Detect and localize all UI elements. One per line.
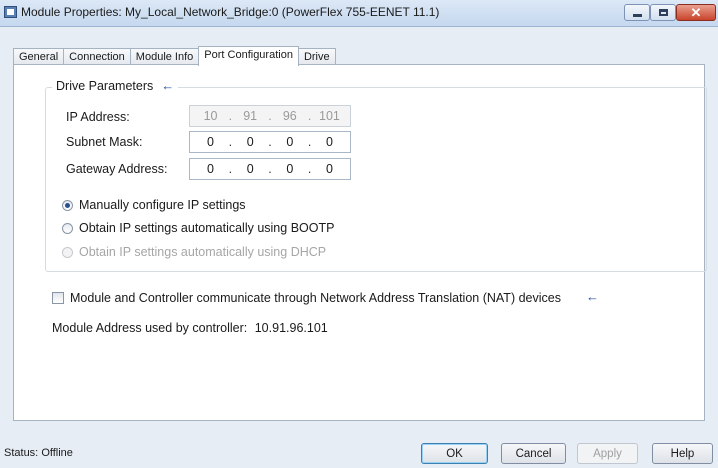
gateway-octet-2[interactable]: 0 (239, 162, 261, 176)
status-bar: Status: Offline (4, 447, 73, 459)
help-button[interactable]: Help (652, 443, 713, 464)
arrow-left-icon: ← (586, 289, 599, 304)
status-value: Offline (41, 447, 73, 459)
radio-manual-ip[interactable]: Manually configure IP settings (62, 198, 246, 212)
radio-dhcp: Obtain IP settings automatically using D… (62, 245, 326, 259)
radio-bootp-label: Obtain IP settings automatically using B… (79, 221, 335, 235)
radio-button-selected[interactable] (62, 199, 73, 211)
gateway-octet-3[interactable]: 0 (279, 162, 301, 176)
ip-address-field: 10. 91. 96. 101 (189, 105, 351, 127)
octet-dot: . (268, 135, 272, 149)
cancel-button[interactable]: Cancel (501, 443, 566, 464)
apply-button[interactable]: Apply (577, 443, 638, 464)
subnet-octet-4[interactable]: 0 (318, 135, 340, 149)
radio-button[interactable] (62, 222, 73, 234)
module-properties-window: Module Properties: My_Local_Network_Brid… (0, 0, 718, 468)
ip-octet-4: 101 (319, 109, 340, 123)
gateway-address-field[interactable]: 0. 0. 0. 0 (189, 158, 351, 180)
ok-button[interactable]: OK (421, 443, 488, 464)
nat-checkbox[interactable] (52, 292, 64, 304)
window-icon (4, 6, 17, 18)
title-bar[interactable]: Module Properties: My_Local_Network_Brid… (0, 0, 718, 27)
tab-strip: General Connection Module Info Port Conf… (13, 46, 336, 66)
radio-manual-ip-label: Manually configure IP settings (79, 198, 246, 212)
window-title: Module Properties: My_Local_Network_Brid… (21, 5, 440, 19)
radio-bootp[interactable]: Obtain IP settings automatically using B… (62, 221, 334, 235)
nat-checkbox-row[interactable]: Module and Controller communicate throug… (52, 291, 561, 305)
gateway-address-label: Gateway Address: (66, 162, 168, 176)
gateway-octet-4[interactable]: 0 (318, 162, 340, 176)
octet-dot: . (228, 135, 233, 149)
minimize-button[interactable] (624, 4, 650, 21)
maximize-button[interactable] (650, 4, 676, 21)
radio-dhcp-label: Obtain IP settings automatically using D… (79, 245, 327, 259)
octet-dot: . (307, 162, 312, 176)
octet-dot: . (307, 135, 312, 149)
subnet-octet-2[interactable]: 0 (239, 135, 261, 149)
octet-dot: . (268, 162, 272, 176)
gateway-octet-1[interactable]: 0 (200, 162, 222, 176)
tab-port-configuration[interactable]: Port Configuration (198, 46, 299, 66)
maximize-icon (658, 9, 668, 16)
ip-octet-1: 10 (203, 109, 218, 123)
octet-dot: . (228, 162, 233, 176)
octet-dot: . (228, 109, 233, 123)
close-button[interactable]: ✕ (676, 4, 716, 21)
module-address-label: Module Address used by controller: (52, 321, 248, 335)
close-icon: ✕ (690, 5, 702, 20)
drive-parameters-title: Drive Parameters ← (52, 78, 179, 93)
radio-button-disabled (62, 246, 73, 258)
nat-checkbox-label: Module and Controller communicate throug… (70, 291, 561, 305)
subnet-octet-3[interactable]: 0 (279, 135, 301, 149)
module-address-row: Module Address used by controller: 10.91… (52, 321, 328, 335)
status-label: Status: (4, 447, 39, 459)
minimize-icon (632, 14, 642, 17)
module-address-value: 10.91.96.101 (254, 321, 328, 335)
ip-octet-3: 96 (282, 109, 297, 123)
octet-dot: . (307, 109, 312, 123)
ip-octet-2: 91 (243, 109, 258, 123)
octet-dot: . (268, 109, 272, 123)
ip-address-label: IP Address: (66, 110, 130, 124)
arrow-left-icon: ← (161, 78, 175, 93)
subnet-octet-1[interactable]: 0 (200, 135, 222, 149)
drive-parameters-label: Drive Parameters (56, 79, 154, 93)
subnet-mask-label: Subnet Mask: (66, 135, 143, 149)
subnet-mask-field[interactable]: 0. 0. 0. 0 (189, 131, 351, 153)
